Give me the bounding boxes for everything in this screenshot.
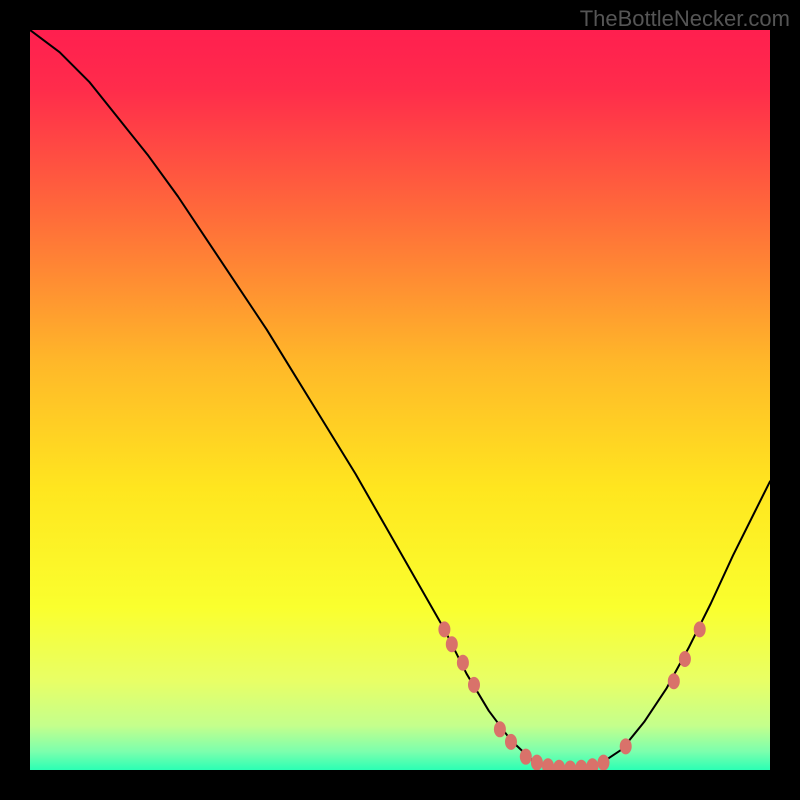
gradient-background [30, 30, 770, 770]
data-marker [438, 621, 450, 637]
data-marker [542, 758, 554, 774]
data-marker [586, 758, 598, 774]
data-marker [468, 677, 480, 693]
data-marker [620, 738, 632, 754]
data-marker [520, 749, 532, 765]
data-marker [494, 721, 506, 737]
data-marker [446, 636, 458, 652]
watermark-text: TheBottleNecker.com [580, 6, 790, 32]
data-marker [575, 760, 587, 776]
data-marker [694, 621, 706, 637]
data-marker [668, 673, 680, 689]
data-marker [505, 734, 517, 750]
chart-container: TheBottleNecker.com [0, 0, 800, 800]
data-marker [553, 760, 565, 776]
data-marker [679, 651, 691, 667]
data-marker [598, 755, 610, 771]
data-marker [457, 655, 469, 671]
data-marker [564, 761, 576, 777]
data-marker [531, 755, 543, 771]
bottleneck-chart [0, 0, 800, 800]
